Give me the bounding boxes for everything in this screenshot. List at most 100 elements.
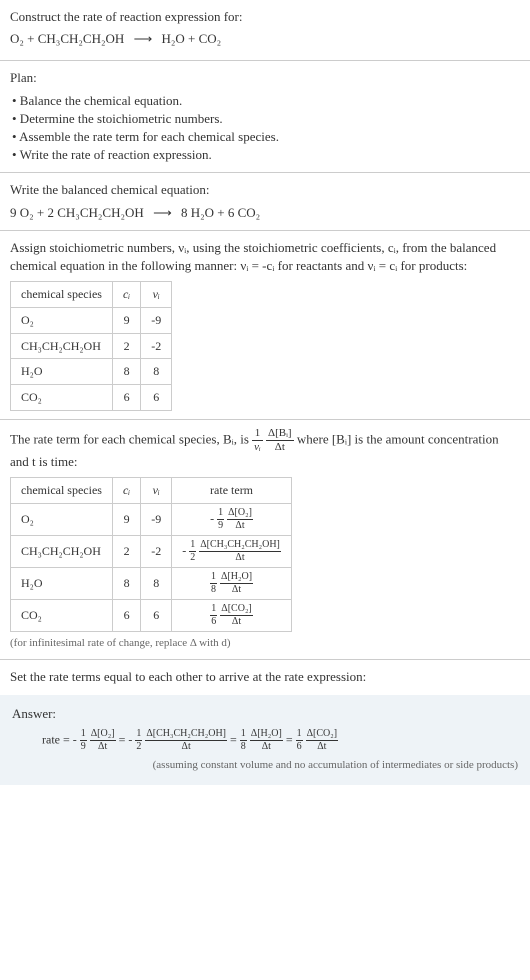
- table-header-row: chemical species cᵢ νᵢ rate term: [11, 478, 292, 504]
- answer-note: (assuming constant volume and no accumul…: [12, 758, 518, 773]
- cell-c: 2: [112, 333, 140, 359]
- fraction: 19: [217, 508, 224, 531]
- prompt-title: Construct the rate of reaction expressio…: [10, 8, 520, 26]
- answer-equation: rate = - 19 Δ[O₂]Δt = - 12 Δ[CH₃CH₂CH₂OH…: [12, 729, 518, 752]
- final-section: Set the rate terms equal to each other t…: [0, 660, 530, 694]
- table-row: H₂O 8 8 18 Δ[H₂O]Δt: [11, 568, 292, 600]
- table-header-row: chemical species cᵢ νᵢ: [11, 282, 172, 308]
- table-row: CO₂ 6 6: [11, 385, 172, 411]
- cell-v: -9: [141, 307, 172, 333]
- cell-species: H₂O: [11, 568, 113, 600]
- sign: -: [210, 511, 214, 525]
- cell-species: O₂: [11, 504, 113, 536]
- cell-rate-term: - 19 Δ[O₂]Δt: [172, 504, 292, 536]
- cell-v: 8: [141, 568, 172, 600]
- cell-c: 2: [112, 536, 140, 568]
- infinitesimal-note: (for infinitesimal rate of change, repla…: [10, 636, 520, 651]
- plan-label: Plan:: [10, 69, 520, 87]
- table-row: CH₃CH₂CH₂OH 2 -2 - 12 Δ[CH₃CH₂CH₂OH]Δt: [11, 536, 292, 568]
- fraction: 16: [210, 604, 217, 627]
- fraction: Δ[H₂O]Δt: [250, 729, 283, 752]
- col-species: chemical species: [11, 282, 113, 308]
- fraction: 19: [80, 729, 87, 752]
- cell-c: 8: [112, 359, 140, 385]
- term-prefix: =: [230, 732, 240, 746]
- cell-v: -2: [141, 536, 172, 568]
- col-c: cᵢ: [112, 282, 140, 308]
- fraction: 16: [296, 729, 303, 752]
- fraction: Δ[Bᵢ] Δt: [266, 428, 294, 453]
- fraction: 18: [210, 572, 217, 595]
- cell-rate-term: 16 Δ[CO₂]Δt: [172, 600, 292, 632]
- col-species: chemical species: [11, 478, 113, 504]
- balanced-equation: 9 O₂ + 2 CH₃CH₂CH₂OH ⟶ 8 H₂O + 6 CO₂: [10, 204, 520, 222]
- fraction: Δ[H₂O]Δt: [220, 572, 253, 595]
- cell-c: 6: [112, 385, 140, 411]
- eq-lhs: 9 O₂ + 2 CH₃CH₂CH₂OH: [10, 205, 144, 220]
- col-v: νᵢ: [141, 282, 172, 308]
- cell-v: 6: [141, 600, 172, 632]
- balanced-section: Write the balanced chemical equation: 9 …: [0, 173, 530, 230]
- col-v: νᵢ: [141, 478, 172, 504]
- cell-species: CO₂: [11, 385, 113, 411]
- eq-rhs: H₂O + CO₂: [161, 31, 221, 46]
- rate-term-intro: The rate term for each chemical species,…: [10, 428, 520, 471]
- term-prefix: = -: [119, 732, 133, 746]
- term-prefix: rate = -: [42, 732, 77, 746]
- fraction: Δ[CH₃CH₂CH₂OH]Δt: [145, 729, 227, 752]
- cell-c: 9: [112, 504, 140, 536]
- final-text: Set the rate terms equal to each other t…: [10, 668, 520, 686]
- rate-table: chemical species cᵢ νᵢ rate term O₂ 9 -9…: [10, 477, 292, 632]
- plan-section: Plan: • Balance the chemical equation. •…: [0, 61, 530, 173]
- plan-list: • Balance the chemical equation. • Deter…: [10, 92, 520, 165]
- cell-v: -9: [141, 504, 172, 536]
- fraction: Δ[O₂]Δt: [90, 729, 116, 752]
- stoich-text: Assign stoichiometric numbers, νᵢ, using…: [10, 239, 520, 275]
- cell-species: CH₃CH₂CH₂OH: [11, 333, 113, 359]
- fraction: Δ[CO₂]Δt: [306, 729, 338, 752]
- term-prefix: =: [286, 732, 296, 746]
- stoich-table: chemical species cᵢ νᵢ O₂ 9 -9 CH₃CH₂CH₂…: [10, 281, 172, 411]
- plan-item: • Write the rate of reaction expression.: [12, 146, 520, 164]
- eq-lhs: O₂ + CH₃CH₂CH₂OH: [10, 31, 124, 46]
- fraction: Δ[CO₂]Δt: [220, 604, 252, 627]
- fraction: 12: [135, 729, 142, 752]
- rate-term-section: The rate term for each chemical species,…: [0, 420, 530, 660]
- col-rate-term: rate term: [172, 478, 292, 504]
- plan-item: • Determine the stoichiometric numbers.: [12, 110, 520, 128]
- table-row: O₂ 9 -9: [11, 307, 172, 333]
- fraction: 1 νᵢ: [252, 428, 263, 453]
- cell-rate-term: 18 Δ[H₂O]Δt: [172, 568, 292, 600]
- cell-species: CO₂: [11, 600, 113, 632]
- fraction: Δ[O₂]Δt: [227, 508, 253, 531]
- balanced-label: Write the balanced chemical equation:: [10, 181, 520, 199]
- table-row: CH₃CH₂CH₂OH 2 -2: [11, 333, 172, 359]
- cell-v: -2: [141, 333, 172, 359]
- cell-c: 8: [112, 568, 140, 600]
- plan-item: • Assemble the rate term for each chemic…: [12, 128, 520, 146]
- eq-rhs: 8 H₂O + 6 CO₂: [181, 205, 260, 220]
- cell-rate-term: - 12 Δ[CH₃CH₂CH₂OH]Δt: [172, 536, 292, 568]
- answer-box: Answer: rate = - 19 Δ[O₂]Δt = - 12 Δ[CH₃…: [0, 695, 530, 786]
- rate-text-1: The rate term for each chemical species,…: [10, 432, 249, 447]
- cell-v: 6: [141, 385, 172, 411]
- prompt-section: Construct the rate of reaction expressio…: [0, 0, 530, 61]
- arrow-icon: ⟶: [134, 31, 153, 46]
- fraction: 18: [240, 729, 247, 752]
- col-c: cᵢ: [112, 478, 140, 504]
- sign: -: [182, 543, 186, 557]
- table-row: CO₂ 6 6 16 Δ[CO₂]Δt: [11, 600, 292, 632]
- stoich-section: Assign stoichiometric numbers, νᵢ, using…: [0, 231, 530, 420]
- cell-species: O₂: [11, 307, 113, 333]
- initial-equation: O₂ + CH₃CH₂CH₂OH ⟶ H₂O + CO₂: [10, 30, 520, 48]
- table-row: H₂O 8 8: [11, 359, 172, 385]
- fraction: Δ[CH₃CH₂CH₂OH]Δt: [199, 540, 281, 563]
- table-row: O₂ 9 -9 - 19 Δ[O₂]Δt: [11, 504, 292, 536]
- cell-c: 9: [112, 307, 140, 333]
- arrow-icon: ⟶: [153, 205, 172, 220]
- cell-v: 8: [141, 359, 172, 385]
- fraction: 12: [189, 540, 196, 563]
- plan-item: • Balance the chemical equation.: [12, 92, 520, 110]
- cell-species: H₂O: [11, 359, 113, 385]
- answer-label: Answer:: [12, 705, 518, 723]
